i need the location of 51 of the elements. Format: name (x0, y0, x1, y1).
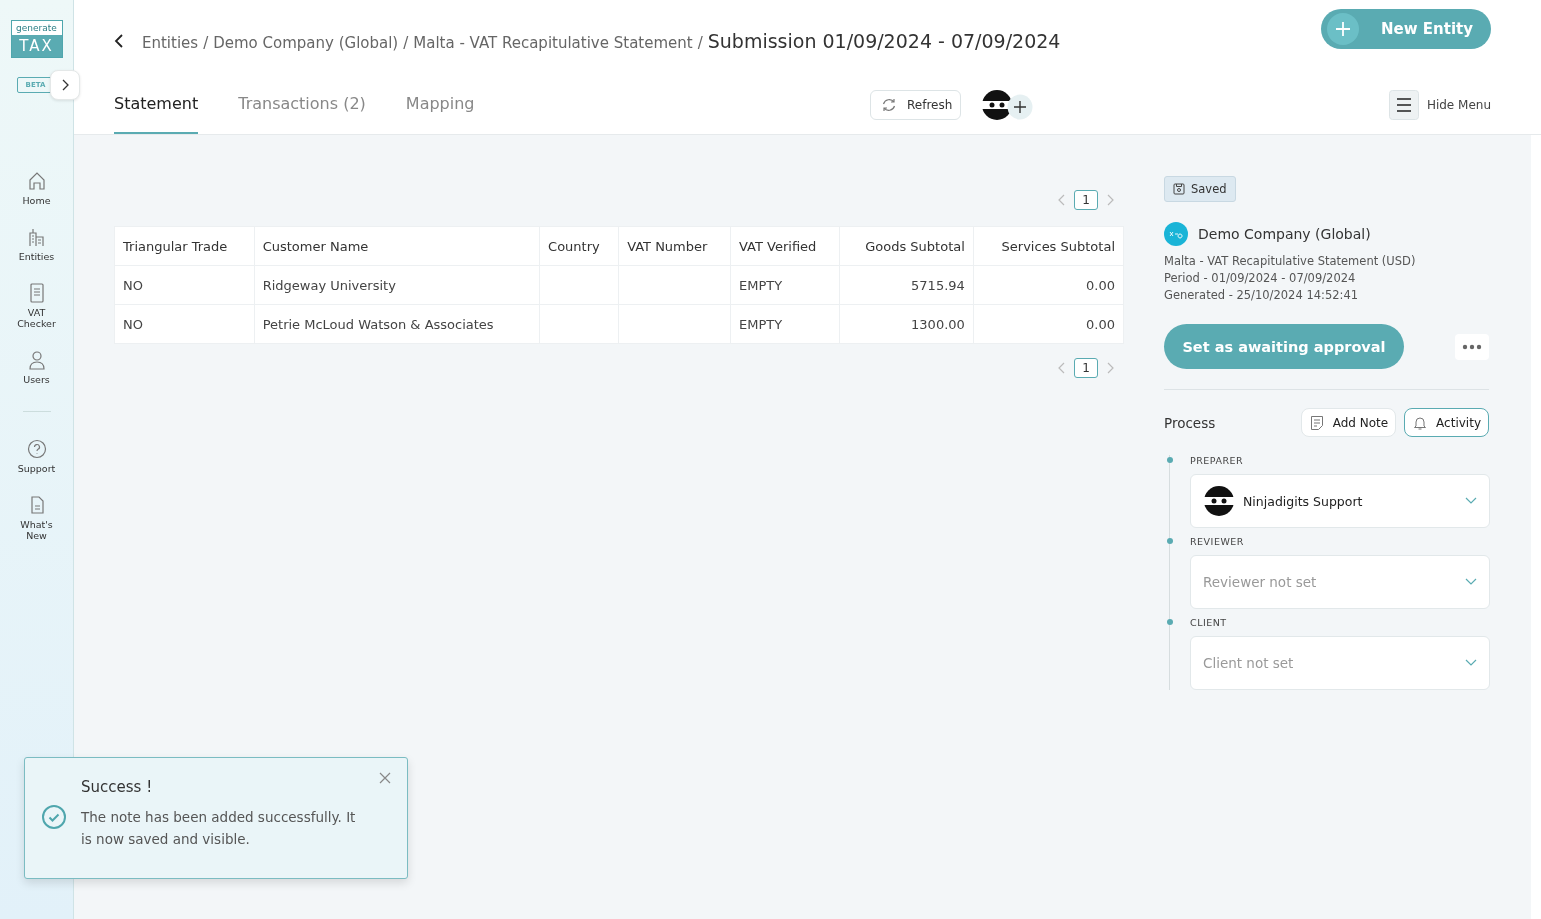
table-cell: NO (123, 277, 143, 293)
nav-item[interactable]: Support (13, 438, 60, 474)
refresh-button[interactable]: Refresh (870, 90, 962, 120)
breadcrumb-link[interactable]: Entities (142, 34, 199, 52)
table-cell: 5715.94 (911, 277, 965, 293)
nav-item[interactable]: What's New (13, 494, 60, 541)
breadcrumb-separator: / (203, 34, 209, 52)
company-name: Demo Company (Global) (1198, 226, 1371, 242)
column-header: Customer Name (254, 226, 540, 266)
table-cell: EMPTY (739, 316, 783, 332)
breadcrumb-link[interactable]: Malta - VAT Recapitulative Statement (413, 34, 693, 52)
table-cell: Ridgeway University (262, 277, 396, 293)
table-cell: 0.00 (1086, 277, 1115, 293)
saved-badge: Saved (1164, 176, 1236, 202)
column-header: Goods Subtotal (839, 226, 974, 266)
column-header: Country (539, 226, 619, 266)
detail-text: Malta - VAT Recapitulative Statement (USD) (1164, 254, 1416, 268)
table-cell: EMPTY (739, 277, 783, 293)
nav-item[interactable]: Users (13, 349, 60, 385)
add-note-button[interactable]: Add Note (1300, 408, 1397, 437)
activity-button[interactable]: Activity (1404, 408, 1489, 437)
hide-menu-button[interactable]: Hide Menu (1388, 90, 1491, 120)
tab[interactable]: Mapping (405, 76, 475, 134)
step-label: CLIENT (1190, 617, 1228, 628)
table-cell: 1300.00 (911, 316, 965, 332)
nav-item[interactable]: VAT Checker (13, 282, 60, 329)
column-header: Triangular Trade (114, 226, 255, 266)
column-header: Services Subtotal (973, 226, 1124, 266)
logo[interactable]: generate TAX (10, 20, 63, 58)
tab[interactable]: Transactions (2) (238, 76, 366, 134)
nav-item[interactable]: Entities (13, 226, 60, 262)
nav-item[interactable]: Home (13, 170, 60, 206)
breadcrumb-link[interactable]: Demo Company (Global) (213, 34, 399, 52)
step-label: PREPARER (1190, 455, 1245, 466)
assignee-select[interactable]: Ninjadigits Support (1190, 474, 1490, 528)
column-header: VAT Number (618, 226, 731, 266)
detail-text: Period - 01/09/2024 - 07/09/2024 (1164, 271, 1357, 285)
step-label: REVIEWER (1190, 536, 1245, 547)
toast-title: Success ! (81, 778, 154, 796)
table-cell: Petrie McLoud Watson & Associates (262, 316, 494, 332)
table-cell: 0.00 (1086, 316, 1115, 332)
breadcrumb-separator: / (697, 34, 703, 52)
breadcrumb-separator: / (403, 34, 409, 52)
table-cell: NO (123, 316, 143, 332)
page-number[interactable]: 1 (1074, 190, 1098, 210)
column-header: VAT Verified (730, 226, 840, 266)
page-title: Submission 01/09/2024 - 07/09/2024 (707, 30, 1061, 52)
section-title: Process (1164, 414, 1217, 431)
detail-text: Generated - 25/10/2024 14:52:41 (1164, 288, 1360, 302)
page-number[interactable]: 1 (1074, 358, 1098, 378)
toast-message: The note has been added successfully. It is now saved and visible. (81, 808, 357, 849)
